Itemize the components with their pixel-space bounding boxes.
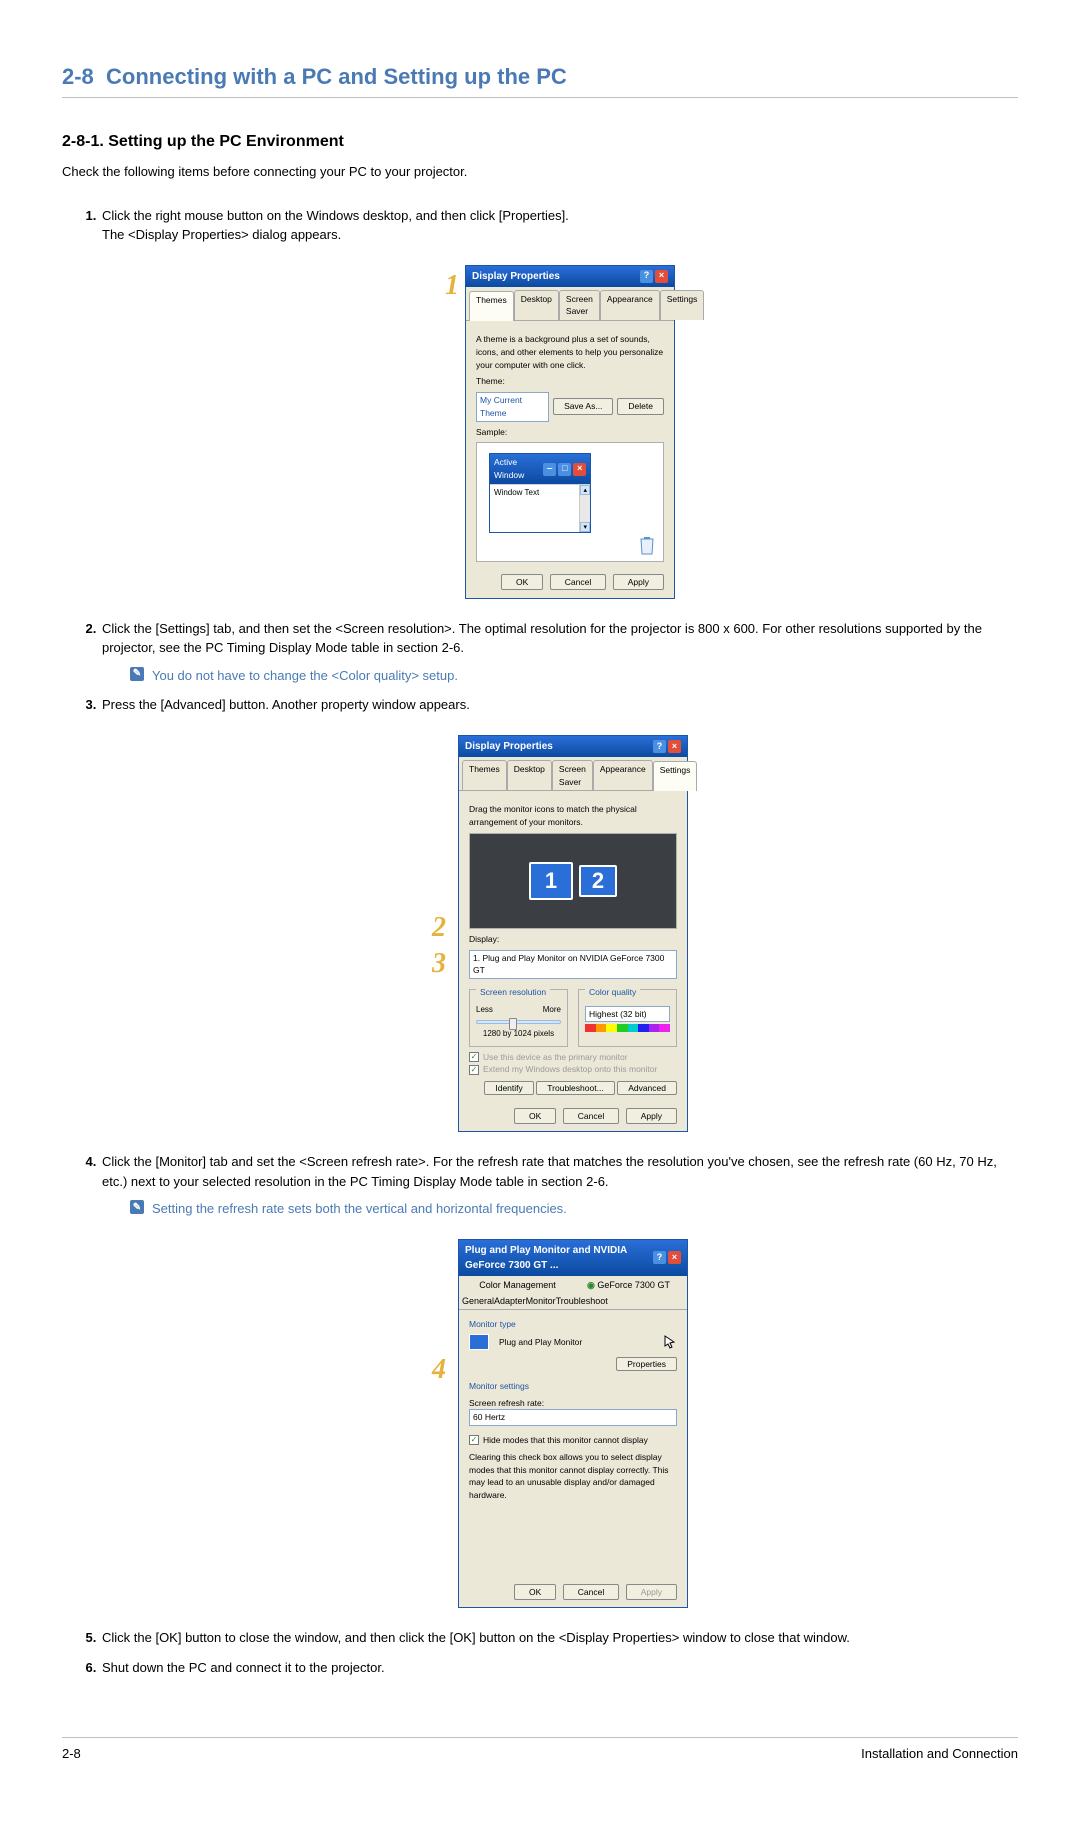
tab-troubleshoot[interactable]: Troubleshoot [556,1295,608,1309]
list-item: Click the [OK] button to close the windo… [100,1628,1018,1648]
figure-1: 1 Display Properties ? × Themes Desktop … [102,265,1018,599]
help-icon[interactable]: ? [653,740,666,753]
tab-themes[interactable]: Themes [469,291,514,322]
footer-chapter: Installation and Connection [861,1744,1018,1764]
tabs: Themes Desktop Screen Saver Appearance S… [466,287,674,322]
tab-settings[interactable]: Settings [653,761,698,792]
step-list: Click the right mouse button on the Wind… [62,206,1018,1678]
tab-appearance[interactable]: Appearance [593,760,653,791]
scrollbar: ▴▾ [579,485,590,532]
apply-button[interactable]: Apply [613,574,664,590]
tab-appearance[interactable]: Appearance [600,290,660,321]
dialog-titlebar: Display Properties ? × [466,266,674,287]
cancel-button[interactable]: Cancel [550,574,606,590]
hide-modes-checkbox[interactable]: ✓ [469,1435,479,1445]
identify-button[interactable]: Identify [484,1081,533,1095]
figure-2: 2 3 Display Properties ? × Themes Deskto… [102,735,1018,1132]
list-item: Click the right mouse button on the Wind… [100,206,1018,599]
list-item: Press the [Advanced] button. Another pro… [100,695,1018,1132]
intro-text: Check the following items before connect… [62,162,1018,182]
section-number: 2-8 [62,64,94,89]
section-heading: Connecting with a PC and Setting up the … [106,64,567,89]
primary-monitor-checkbox: ✓ [469,1052,479,1062]
close-icon[interactable]: × [655,270,668,283]
note-icon: ✎ [130,1200,144,1214]
section-title: 2-8 Connecting with a PC and Setting up … [62,60,1018,98]
figure-3: 4 Plug and Play Monitor and NVIDIA GeFor… [102,1239,1018,1609]
tab-adapter[interactable]: Adapter [494,1295,526,1309]
resolution-slider[interactable] [476,1020,561,1024]
close-icon[interactable]: × [668,1251,681,1264]
tab-settings[interactable]: Settings [660,290,705,321]
ok-button[interactable]: OK [501,574,543,590]
tab-geforce[interactable]: ◉ GeForce 7300 GT [573,1279,684,1293]
cancel-button[interactable]: Cancel [563,1584,619,1600]
delete-button[interactable]: Delete [617,398,664,415]
cursor-icon [663,1335,677,1349]
close-icon[interactable]: × [668,740,681,753]
list-item: Click the [Monitor] tab and set the <Scr… [100,1152,1018,1608]
tab-desktop[interactable]: Desktop [514,290,559,321]
tab-screensaver[interactable]: Screen Saver [552,760,593,791]
tab-screensaver[interactable]: Screen Saver [559,290,600,321]
tab-general[interactable]: General [462,1295,494,1309]
monitor-icon [469,1334,489,1350]
display-properties-dialog-themes: Display Properties ? × Themes Desktop Sc… [465,265,675,599]
note: ✎ Setting the refresh rate sets both the… [130,1199,1018,1219]
list-item: Click the [Settings] tab, and then set t… [100,619,1018,686]
footer-page-number: 2-8 [62,1744,81,1764]
theme-select[interactable]: My Current Theme [476,392,549,422]
page-footer: 2-8 Installation and Connection [62,1737,1018,1764]
extend-desktop-checkbox: ✓ [469,1065,479,1075]
monitor-2[interactable]: 2 [579,865,617,897]
help-icon[interactable]: ? [653,1251,666,1264]
list-item: Shut down the PC and connect it to the p… [100,1658,1018,1678]
callout-1: 1 [445,265,459,307]
refresh-rate-select[interactable]: 60 Hertz [469,1409,677,1426]
ok-button[interactable]: OK [514,1108,556,1124]
min-icon: ‒ [543,463,556,476]
monitor-properties-dialog: Plug and Play Monitor and NVIDIA GeForce… [458,1239,688,1609]
display-select[interactable]: 1. Plug and Play Monitor on NVIDIA GeFor… [469,950,677,980]
callout-4: 4 [432,1349,446,1391]
tab-color-management[interactable]: Color Management [462,1279,573,1293]
cancel-button[interactable]: Cancel [563,1108,619,1124]
advanced-button[interactable]: Advanced [617,1081,677,1095]
monitor-1[interactable]: 1 [529,862,573,900]
ok-button[interactable]: OK [514,1584,556,1600]
troubleshoot-button[interactable]: Troubleshoot... [536,1081,614,1095]
note: ✎ You do not have to change the <Color q… [130,666,1018,686]
color-quality-select[interactable]: Highest (32 bit) [585,1006,670,1023]
note-icon: ✎ [130,667,144,681]
monitor-arrangement[interactable]: 1 2 [469,833,677,929]
color-quality-preview [585,1024,670,1032]
theme-sample: Active Window ‒ □ × Window Text [476,442,664,562]
properties-button[interactable]: Properties [616,1357,677,1371]
close-icon: × [573,463,586,476]
apply-button[interactable]: Apply [626,1108,677,1124]
help-icon[interactable]: ? [640,270,653,283]
tab-desktop[interactable]: Desktop [507,760,552,791]
subsection-title: 2-8-1. Setting up the PC Environment [62,130,1018,154]
display-properties-dialog-settings: Display Properties ? × Themes Desktop Sc… [458,735,688,1132]
tab-themes[interactable]: Themes [462,760,507,791]
callout-3: 3 [432,943,446,985]
tab-monitor[interactable]: Monitor [526,1295,556,1309]
apply-button: Apply [626,1584,677,1600]
saveas-button[interactable]: Save As... [553,398,613,415]
max-icon: □ [558,463,571,476]
recycle-bin-icon [639,535,655,555]
